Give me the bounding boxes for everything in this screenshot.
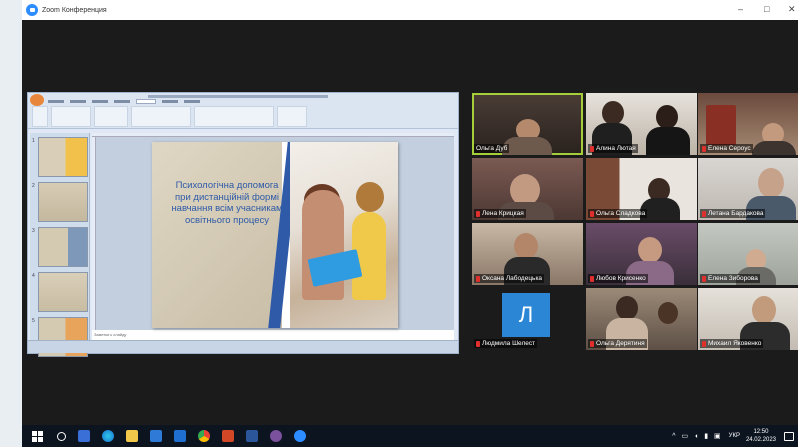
participant-name-label: Оксана Лабодецька <box>474 274 545 283</box>
mic-muted-icon <box>590 340 594 347</box>
participant-name-label: Людмила Шелест <box>474 339 538 348</box>
ppt-tab <box>92 100 108 103</box>
participant-name-label: Елена Сероус <box>700 144 753 153</box>
mic-muted-icon <box>702 145 706 152</box>
ribbon-group <box>194 106 274 127</box>
participant-name-label: Летана Бардакова <box>700 209 766 218</box>
slide-thumbnail: 3 <box>32 227 88 267</box>
slide: Психологічна допомога при дистанційній ф… <box>152 142 398 328</box>
mic-muted-icon <box>590 210 594 217</box>
participant-tile[interactable]: Елена Зиборова <box>698 223 798 285</box>
participant-tile[interactable]: Ольга Сладкова <box>586 158 697 220</box>
photo-child-head <box>356 182 384 212</box>
participant-name-label: Алина Лютая <box>588 144 638 153</box>
mic-muted-icon <box>702 275 706 282</box>
ribbon-group <box>131 106 191 127</box>
ppt-ribbon-groups <box>32 106 307 127</box>
notification-icon[interactable] <box>784 431 794 441</box>
ppt-tab <box>48 100 64 103</box>
zoom-logo-icon <box>26 4 38 16</box>
ppt-tab <box>70 100 86 103</box>
mic-muted-icon <box>590 145 594 152</box>
participant-tile[interactable]: Оксана Лабодецька <box>472 223 583 285</box>
maximize-button[interactable]: □ <box>764 4 769 14</box>
participant-tile[interactable]: Елена Сероус <box>698 93 798 155</box>
tray-icons[interactable]: ^ ▭ ◖ ▮ ▣ <box>672 432 722 440</box>
word-icon[interactable] <box>246 430 258 442</box>
participant-name-label: Ольга Дуб <box>474 144 510 153</box>
ribbon-group <box>94 106 128 127</box>
windows-taskbar: ^ ▭ ◖ ▮ ▣ УКР 12:50 24.02.2023 <box>22 425 798 447</box>
ppt-tab <box>114 100 130 103</box>
participant-name-label: Елена Зиборова <box>700 274 760 283</box>
window-title: Zoom Конференция <box>42 6 107 14</box>
participant-name-label: Ольга Дерятиня <box>588 339 647 348</box>
horizontal-ruler <box>92 133 454 137</box>
ppt-ribbon <box>28 93 458 129</box>
mic-muted-icon <box>702 340 706 347</box>
office-button-icon <box>30 94 44 106</box>
slide-thumbnail: 4 <box>32 272 88 312</box>
participant-name-label: Михаил Яковенко <box>700 339 764 348</box>
zoom-title-bar: Zoom Конференция – □ ✕ <box>22 0 798 20</box>
slide-title: Психологічна допомога при дистанційній ф… <box>171 180 283 226</box>
clock-time: 12:50 <box>753 429 769 435</box>
participant-tile[interactable]: Летана Бардакова <box>698 158 798 220</box>
explorer-folder-icon[interactable] <box>126 430 138 442</box>
store-icon[interactable] <box>150 430 162 442</box>
mic-muted-icon <box>702 210 706 217</box>
ppt-tab <box>184 100 200 103</box>
close-button[interactable]: ✕ <box>788 4 796 14</box>
notes-pane: Заметки к слайду <box>92 330 454 340</box>
minimize-button[interactable]: – <box>738 4 743 14</box>
ppt-title-placeholder <box>148 95 328 98</box>
powerpoint-icon[interactable] <box>222 430 234 442</box>
system-tray: ^ ▭ ◖ ▮ ▣ УКР 12:50 24.02.2023 <box>672 425 798 447</box>
ppt-tab-active <box>136 99 156 104</box>
participant-tile[interactable]: Л Людмила Шелест <box>472 288 583 350</box>
chrome-icon[interactable] <box>198 430 210 442</box>
ribbon-group <box>277 106 307 127</box>
search-icon[interactable] <box>57 431 66 441</box>
task-view-icon[interactable] <box>78 430 90 442</box>
ppt-status-bar <box>28 340 458 353</box>
edge-icon[interactable] <box>102 430 114 442</box>
slide-thumbnail: 1 <box>32 137 88 177</box>
taskbar-clock[interactable]: 12:50 24.02.2023 <box>746 428 776 444</box>
participant-tile[interactable]: Ольга Дуб <box>472 93 583 155</box>
zoom-icon[interactable] <box>294 430 306 442</box>
ppt-tab <box>162 100 178 103</box>
participant-avatar: Л <box>502 293 550 337</box>
ppt-ribbon-tabs <box>48 99 200 104</box>
mic-muted-icon <box>590 275 594 282</box>
participant-tile[interactable]: Ольга Дерятиня <box>586 288 697 350</box>
slide-thumbnail: 2 <box>32 182 88 222</box>
ribbon-group <box>51 106 91 127</box>
participant-name-label: Ольга Сладкова <box>588 209 648 218</box>
mic-muted-icon <box>476 275 480 282</box>
viber-icon[interactable] <box>270 430 282 442</box>
slide-left-panel <box>152 142 282 328</box>
windows-start-icon[interactable] <box>32 430 43 442</box>
participant-tile[interactable]: Алина Лютая <box>586 93 697 155</box>
ribbon-group <box>32 106 48 127</box>
participant-name-label: Любов Крисенко <box>588 274 648 283</box>
mail-icon[interactable] <box>174 430 186 442</box>
mic-muted-icon <box>476 340 480 347</box>
participant-tile[interactable]: Михаил Яковенко <box>698 288 798 350</box>
vertical-ruler <box>92 137 96 337</box>
screen: Zoom Конференция – □ ✕ 1 2 3 4 5 Заметки… <box>0 0 798 447</box>
participant-tile[interactable]: Любов Крисенко <box>586 223 697 285</box>
meeting-area: 1 2 3 4 5 Заметки к слайду Психологічна … <box>22 20 798 425</box>
clock-date: 24.02.2023 <box>745 437 776 443</box>
mic-muted-icon <box>476 210 480 217</box>
language-indicator[interactable]: УКР <box>729 433 740 439</box>
participant-name-label: Лена Крицкая <box>474 209 526 218</box>
slide-thumbnails-pane: 1 2 3 4 5 <box>30 133 90 357</box>
participant-tile[interactable]: Лена Крицкая <box>472 158 583 220</box>
